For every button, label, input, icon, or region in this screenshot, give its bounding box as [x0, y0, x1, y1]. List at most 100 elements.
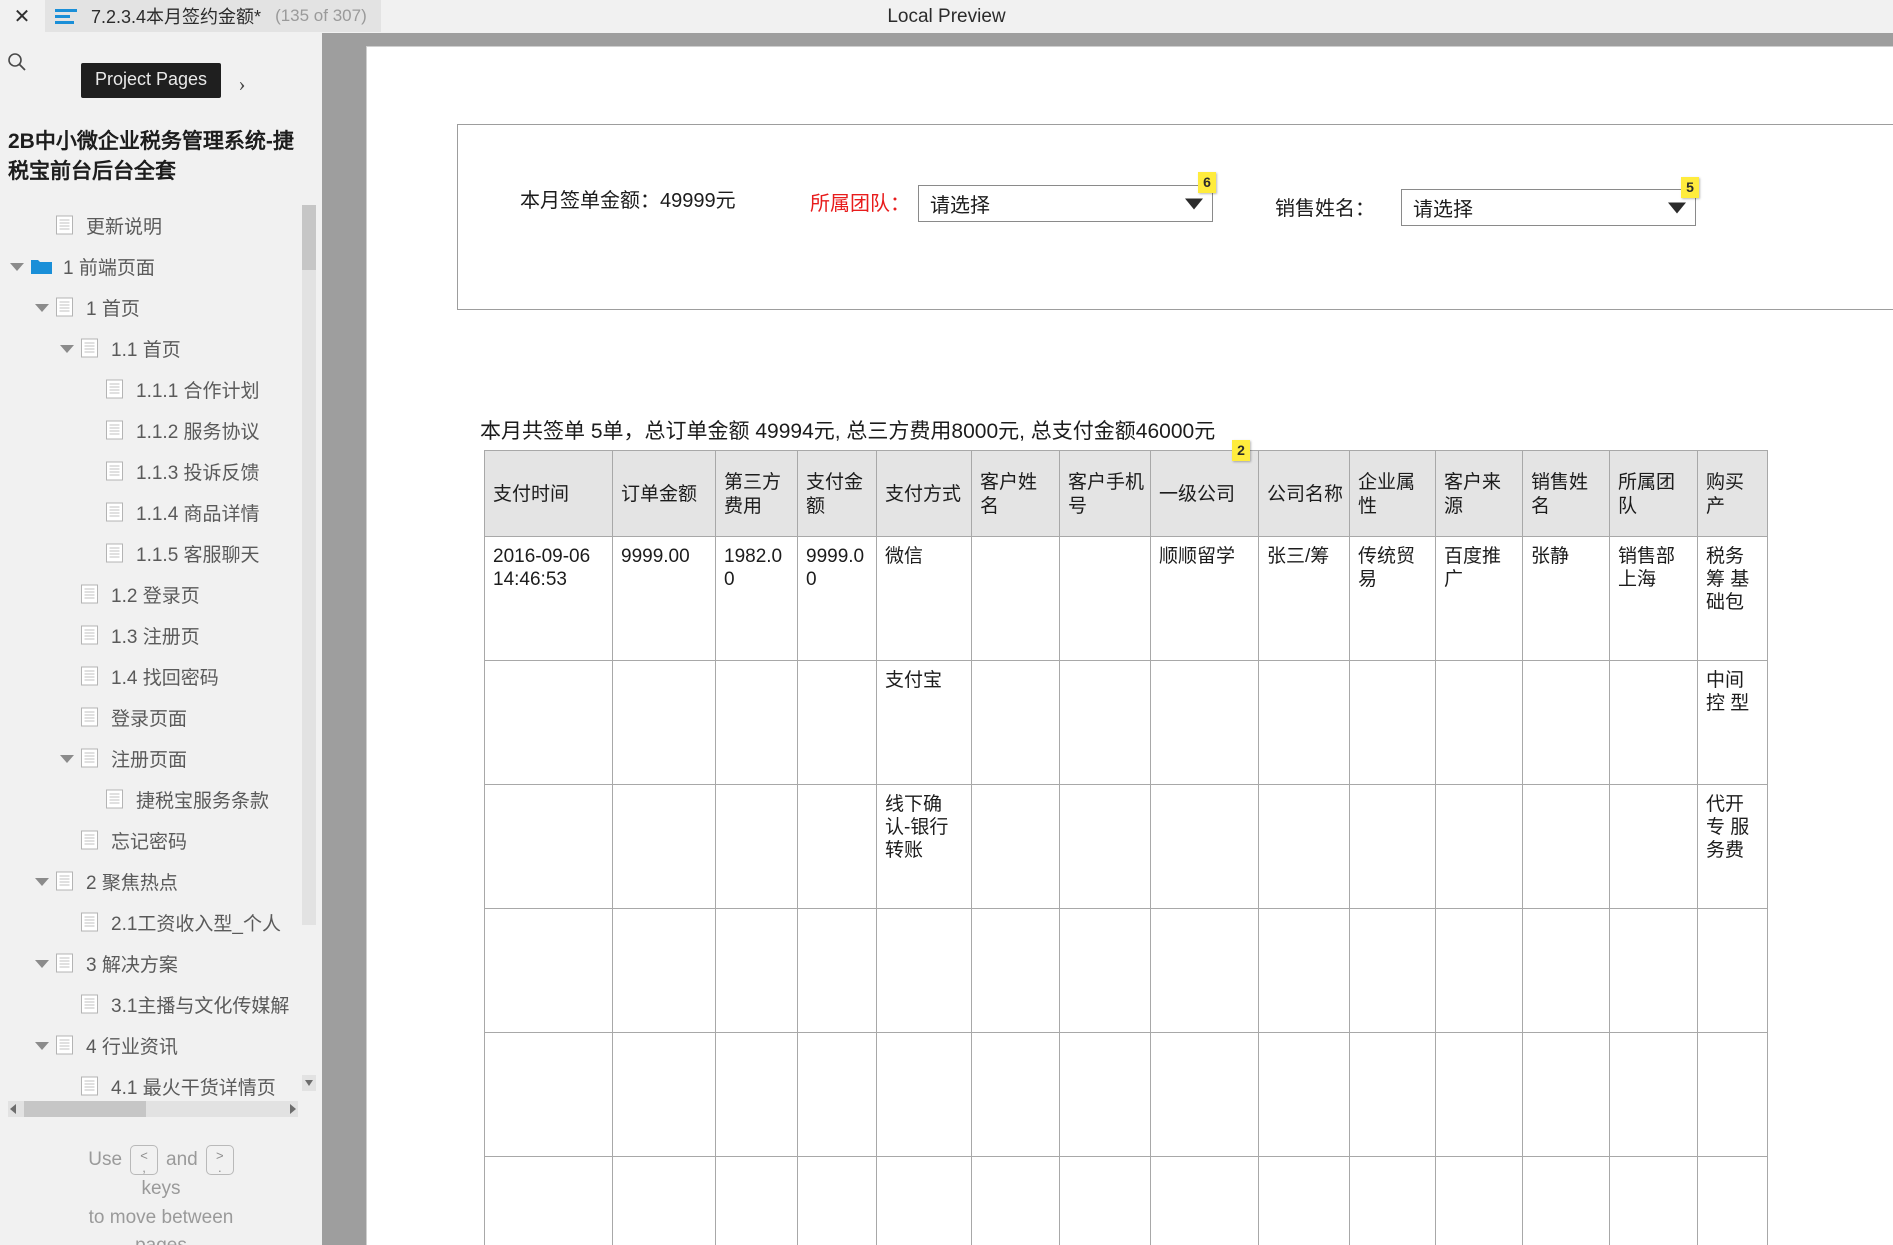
annotation-badge-6[interactable]: 6: [1198, 172, 1216, 193]
table-cell: [1259, 909, 1350, 1033]
tree-item-9[interactable]: 1.2 登录页: [0, 574, 306, 615]
table-cell: [485, 661, 613, 785]
table-header-cell: 支付金额: [798, 451, 877, 537]
monthly-amount-label: 本月签单金额：49999元: [520, 184, 736, 213]
table-cell: [1610, 909, 1698, 1033]
next-page-icon[interactable]: ›: [230, 71, 254, 97]
tree-item-12[interactable]: 登录页面: [0, 697, 306, 738]
hscroll-right-icon[interactable]: [290, 1104, 296, 1114]
tree-item-18[interactable]: 3 解决方案: [0, 943, 306, 984]
tree-item-label: 3.1主播与文化传媒解: [111, 991, 289, 1018]
expand-caret-icon[interactable]: [29, 960, 55, 968]
table-cell: [1060, 1157, 1151, 1245]
page-icon: [105, 379, 127, 400]
tree-item-10[interactable]: 1.3 注册页: [0, 615, 306, 656]
expand-caret-icon[interactable]: [29, 304, 55, 312]
table-cell: [1151, 1033, 1259, 1157]
hscroll-left-icon[interactable]: [10, 1104, 16, 1114]
table-cell: 顺顺留学: [1151, 537, 1259, 661]
hscroll-thumb[interactable]: [24, 1101, 146, 1117]
tree-item-6[interactable]: 1.1.3 投诉反馈: [0, 451, 306, 492]
tree-item-17[interactable]: 2.1工资收入型_个人: [0, 902, 306, 943]
table-cell: [798, 1033, 877, 1157]
table-cell: [1610, 1157, 1698, 1245]
page-icon: [80, 707, 102, 728]
table-header-cell: 企业属性: [1350, 451, 1436, 537]
summary-text: 本月共签单 5单，总订单金额 49994元, 总三方费用8000元, 总支付金额…: [480, 415, 1215, 445]
table-header-label: 支付方式: [885, 484, 961, 505]
tree-horizontal-scrollbar[interactable]: [8, 1101, 298, 1117]
page-tree: 更新说明 1 前端页面 1 首页1.1 首页1.1.1 合作计划1.1.2 服务协议…: [0, 205, 306, 1103]
sales-select-value: 请选择: [1413, 193, 1473, 222]
expand-caret-icon[interactable]: [29, 878, 55, 886]
table-header-label: 订单金额: [621, 484, 697, 505]
tree-item-20[interactable]: 4 行业资讯: [0, 1025, 306, 1066]
table-cell: [1610, 1033, 1698, 1157]
tree-item-14[interactable]: 捷税宝服务条款: [0, 779, 306, 820]
orders-table: 支付时间订单金额第三方费用支付金额支付方式客户姓名客户手机号一级公司2公司名称企…: [484, 450, 1768, 1245]
tree-item-21[interactable]: 4.1 最火干货详情页: [0, 1066, 306, 1103]
tree-scroll-down-button[interactable]: [302, 1075, 316, 1091]
annotation-badge-5[interactable]: 5: [1681, 177, 1699, 198]
table-cell: [716, 1033, 798, 1157]
table-cell: [1151, 909, 1259, 1033]
table-cell: [613, 1033, 716, 1157]
tree-item-label: 4 行业资讯: [86, 1032, 178, 1059]
tree-item-11[interactable]: 1.4 找回密码: [0, 656, 306, 697]
table-cell: [1259, 1033, 1350, 1157]
tree-scrollbar-thumb[interactable]: [302, 205, 316, 270]
tree-item-2[interactable]: 1 首页: [0, 287, 306, 328]
hint-line-4: pages: [0, 1232, 322, 1245]
next-key-cap: > .: [206, 1145, 234, 1175]
close-icon[interactable]: ✕: [8, 3, 36, 30]
tree-item-5[interactable]: 1.1.2 服务协议: [0, 410, 306, 451]
tree-item-13[interactable]: 注册页面: [0, 738, 306, 779]
expand-caret-icon[interactable]: [54, 755, 80, 763]
table-cell: [613, 785, 716, 909]
tree-item-7[interactable]: 1.1.4 商品详情: [0, 492, 306, 533]
page-tree-scroll[interactable]: 更新说明 1 前端页面 1 首页1.1 首页1.1.1 合作计划1.1.2 服务协议…: [0, 205, 322, 1103]
table-cell: [485, 1157, 613, 1245]
table-cell: 微信: [877, 537, 972, 661]
expand-caret-icon[interactable]: [54, 345, 80, 353]
table-cell: 线下确认-银行转账: [877, 785, 972, 909]
tree-item-3[interactable]: 1.1 首页: [0, 328, 306, 369]
page-icon: [80, 625, 102, 646]
tree-item-15[interactable]: 忘记密码: [0, 820, 306, 861]
search-icon[interactable]: [2, 47, 32, 77]
active-tab[interactable]: 7.2.3.4本月签约金额* (135 of 307): [45, 0, 381, 32]
table-cell: [972, 909, 1060, 1033]
table-cell: [485, 1033, 613, 1157]
page-icon: [80, 1076, 102, 1097]
table-cell: [1436, 909, 1523, 1033]
table-cell: 销售部上海: [1610, 537, 1698, 661]
tree-item-8[interactable]: 1.1.5 客服聊天: [0, 533, 306, 574]
page-icon: [105, 420, 127, 441]
prev-key-cap: < ,: [130, 1145, 158, 1175]
tree-item-label: 3 解决方案: [86, 950, 178, 977]
annotation-badge-2[interactable]: 2: [1232, 440, 1250, 461]
tree-item-19[interactable]: 3.1主播与文化传媒解: [0, 984, 306, 1025]
table-cell: [1259, 1157, 1350, 1245]
chevron-down-icon: [1668, 202, 1686, 213]
table-header-cell: 客户手机号: [1060, 451, 1151, 537]
tree-item-4[interactable]: 1.1.1 合作计划: [0, 369, 306, 410]
tree-item-label: 2 聚焦热点: [86, 868, 178, 895]
page-icon: [80, 584, 102, 605]
table-cell: 张静: [1523, 537, 1610, 661]
table-cell: [1610, 661, 1698, 785]
tree-item-label: 1 前端页面: [63, 253, 155, 280]
page-icon: [80, 830, 102, 851]
tree-vertical-scrollbar[interactable]: [302, 205, 316, 925]
sales-select[interactable]: 请选择: [1401, 189, 1696, 226]
tree-item-0[interactable]: 更新说明: [0, 205, 306, 246]
project-pages-tooltip: Project Pages: [81, 63, 221, 98]
table-cell: [798, 785, 877, 909]
tree-item-1[interactable]: 1 前端页面: [0, 246, 306, 287]
expand-caret-icon[interactable]: [4, 263, 30, 271]
table-cell: [972, 785, 1060, 909]
table-cell: [877, 909, 972, 1033]
team-select[interactable]: 请选择: [918, 185, 1213, 222]
tree-item-16[interactable]: 2 聚焦热点: [0, 861, 306, 902]
expand-caret-icon[interactable]: [29, 1042, 55, 1050]
